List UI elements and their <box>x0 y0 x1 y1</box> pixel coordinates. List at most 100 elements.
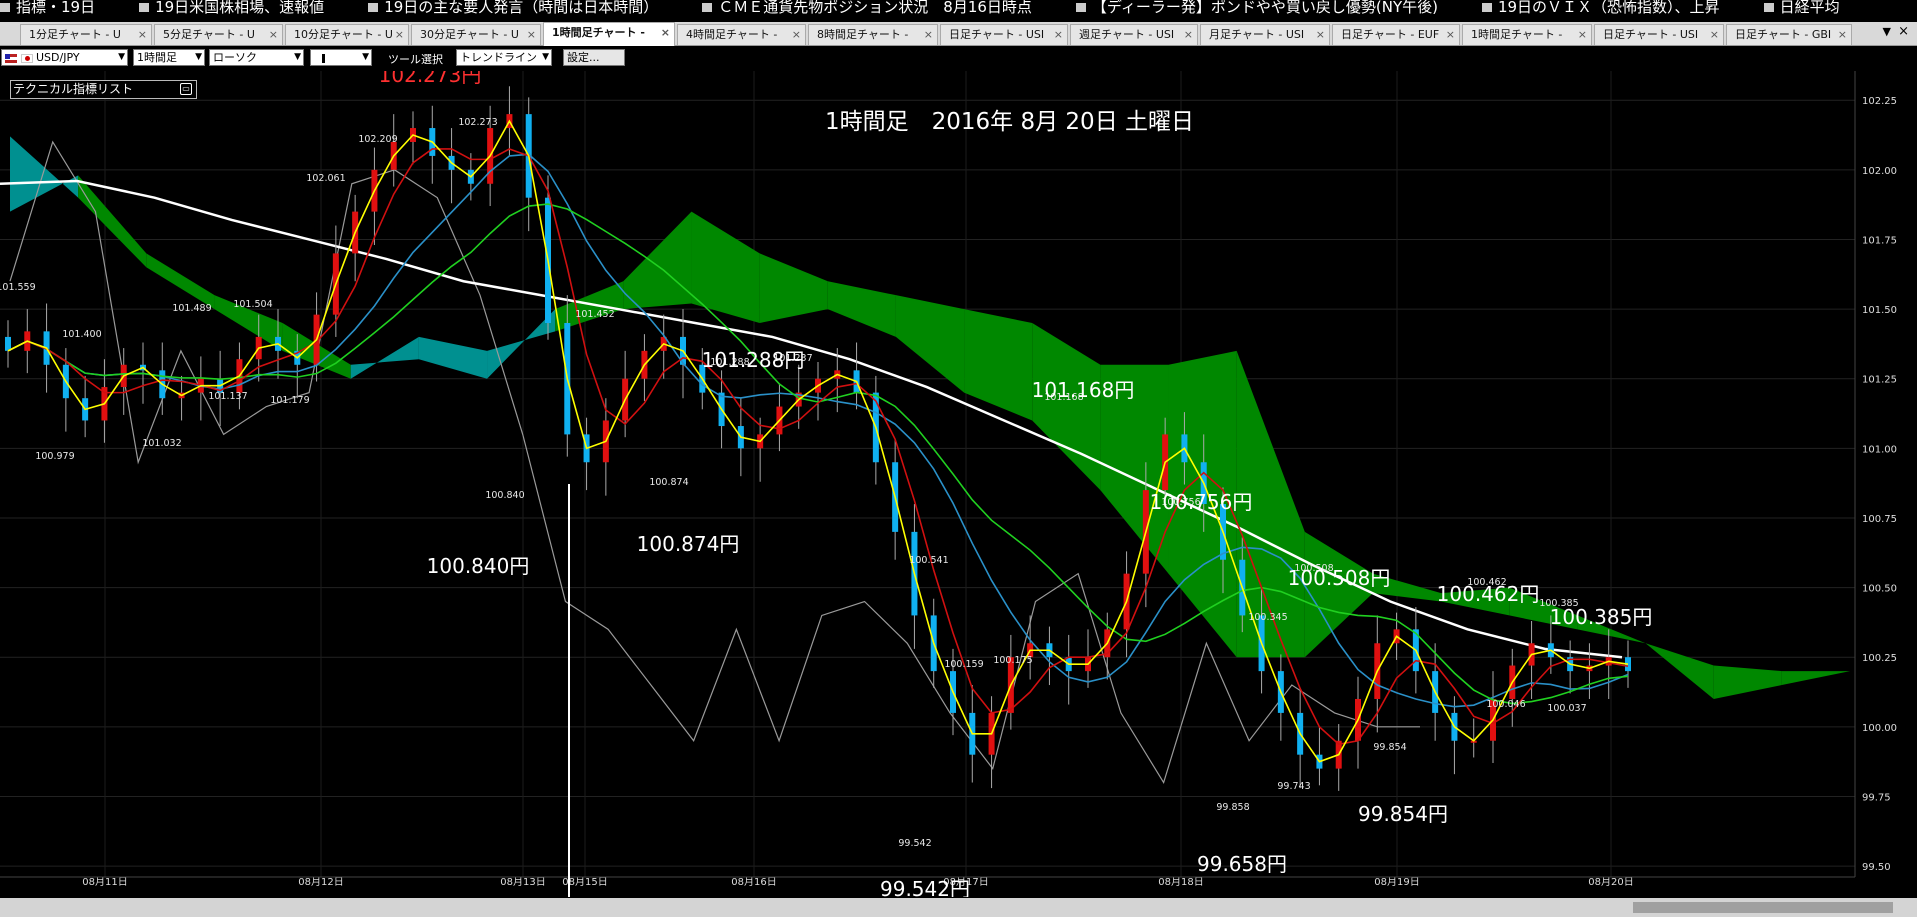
ticker-item[interactable]: ＣＭＥ通貨先物ポジション状況 8月16日時点 <box>702 0 1032 14</box>
candlestick-chart[interactable]: 102.25 102.00 101.75 101.50 101.25 101.00 100.… <box>0 71 1917 897</box>
tab-chart[interactable]: 日足チャート - USI × <box>1594 24 1724 45</box>
candle-body <box>5 336 11 351</box>
candle-style-icon <box>322 53 325 63</box>
price-callout: 101.168円 <box>1032 378 1135 402</box>
x-tick-label: 08月20日 <box>1588 876 1633 888</box>
price-label: 100.874 <box>649 477 688 488</box>
ticker-item[interactable]: 19日のＶＩＸ（恐怖指数）、上昇 <box>1481 0 1720 14</box>
news-icon <box>1075 3 1086 12</box>
tab-chart[interactable]: 1時間足チャート - × <box>543 22 675 46</box>
price-callout: 99.854円 <box>1358 802 1448 826</box>
tab-chart[interactable]: 4時間足チャート - × <box>677 24 806 45</box>
close-tab-icon[interactable]: × <box>138 25 147 45</box>
tab-chart[interactable]: 1分足チャート - U × <box>20 24 152 45</box>
tab-label: 日足チャート - USI <box>1603 28 1699 41</box>
tab-chart[interactable]: 日足チャート - USI × <box>940 24 1068 45</box>
timeframe-value: 1時間足 <box>137 51 177 64</box>
price-label: 100.159 <box>944 659 983 670</box>
ticker-item[interactable]: 【ディーラー発】ポンドやや買い戻し優勢(NY午後) <box>1075 0 1438 14</box>
close-tab-icon[interactable]: × <box>269 25 278 45</box>
price-label: 100.175 <box>993 655 1032 666</box>
price-label: 101.400 <box>62 329 101 340</box>
close-tab-icon[interactable]: × <box>1898 24 1909 39</box>
close-tab-icon[interactable]: × <box>792 25 801 45</box>
minimize-icon[interactable]: ▭ <box>180 83 192 95</box>
tab-chart[interactable]: 1時間足チャート - × <box>1462 24 1592 45</box>
news-icon <box>0 3 10 12</box>
close-tab-icon[interactable]: × <box>924 25 933 45</box>
y-tick-label: 99.75 <box>1862 792 1891 803</box>
close-tab-icon[interactable]: × <box>1710 25 1719 45</box>
close-tab-icon[interactable]: × <box>1184 25 1193 45</box>
tab-chart[interactable]: 週足チャート - USI × <box>1070 24 1198 45</box>
tab-chart[interactable]: 10分足チャート - U × <box>285 24 409 45</box>
ticker-item[interactable]: 指標・19日 <box>0 0 95 14</box>
y-tick-label: 101.75 <box>1862 235 1897 246</box>
ticker-item[interactable]: 19日の主な要人発言（時間は日本時間） <box>368 0 658 14</box>
x-tick-label: 08月12日 <box>298 876 343 888</box>
close-tab-icon[interactable]: × <box>1446 25 1455 45</box>
price-callout: 102.273円 <box>379 71 482 87</box>
x-tick-label: 08月11日 <box>82 876 127 888</box>
price-label: 101.137 <box>208 391 247 402</box>
tab-chart[interactable]: 30分足チャート - U × <box>411 24 541 45</box>
tab-label: 日足チャート - GBI <box>1735 28 1832 41</box>
close-tab-icon[interactable]: × <box>527 25 536 45</box>
price-label: 99.858 <box>1216 802 1249 813</box>
timeframe-select[interactable]: 1時間足 ▼ <box>133 49 205 66</box>
y-tick-label: 100.50 <box>1862 584 1897 595</box>
price-label: 102.209 <box>358 134 397 145</box>
chart-type-select[interactable]: ローソク ▼ <box>209 49 304 66</box>
technical-indicator-list[interactable]: テクニカル指標リスト ▭ <box>10 80 197 99</box>
x-tick-label: 08月13日 <box>500 876 545 888</box>
y-tick-label: 101.00 <box>1862 444 1897 455</box>
ticker-text: ＣＭＥ通貨先物ポジション状況 8月16日時点 <box>718 0 1032 14</box>
y-tick-label: 100.75 <box>1862 514 1897 525</box>
price-callout: 100.462円 <box>1437 582 1540 606</box>
scrollbar-thumb[interactable] <box>1633 902 1893 913</box>
price-label: 100.840 <box>485 490 524 501</box>
y-tick-label: 102.00 <box>1862 166 1897 177</box>
close-tab-icon[interactable]: × <box>661 23 670 43</box>
settings-button-label: 設定... <box>567 51 600 64</box>
ticker-text: 19日のＶＩＸ（恐怖指数）、上昇 <box>1497 0 1720 14</box>
drawing-tool-value: トレンドライン <box>460 51 537 64</box>
tab-label: 8時間足チャート - <box>817 28 909 41</box>
tab-chart[interactable]: 日足チャート - EUF × <box>1332 24 1460 45</box>
close-tab-icon[interactable]: × <box>1054 25 1063 45</box>
candle-style-select[interactable]: ▼ <box>310 49 372 66</box>
horizontal-scrollbar[interactable] <box>0 898 1917 917</box>
tab-chart[interactable]: 日足チャート - GBI × <box>1726 24 1852 45</box>
drawing-tool-select[interactable]: トレンドライン ▼ <box>456 49 552 66</box>
tool-select-label: ツール選択 <box>388 53 443 66</box>
tab-list-dropdown-icon[interactable]: ▼ <box>1883 25 1891 38</box>
news-ticker[interactable]: 指標・19日 19日米国株相場、速報値 19日の主な要人発言（時間は日本時間） ＣＭＥ… <box>0 0 1917 14</box>
price-label: 101.032 <box>142 438 181 449</box>
dropdown-arrow-icon: ▼ <box>118 52 125 62</box>
close-tab-icon[interactable]: × <box>1838 25 1847 45</box>
y-tick-label: 101.25 <box>1862 375 1897 386</box>
close-tab-icon[interactable]: × <box>395 25 404 45</box>
tab-chart[interactable]: 8時間足チャート - × <box>808 24 938 45</box>
price-callout: 100.508円 <box>1288 566 1391 590</box>
tab-chart[interactable]: 5分足チャート - U × <box>154 24 283 45</box>
currency-pair-select[interactable]: USD/JPY ▼ <box>1 49 128 66</box>
tab-label: 週足チャート - USI <box>1079 28 1175 41</box>
settings-button[interactable]: 設定... <box>563 49 625 66</box>
tab-label: 10分足チャート - U <box>294 28 393 41</box>
close-tab-icon[interactable]: × <box>1316 25 1325 45</box>
jp-flag-icon <box>20 53 33 63</box>
ticker-text: 19日の主な要人発言（時間は日本時間） <box>384 0 659 14</box>
price-label: 100.037 <box>1547 703 1586 714</box>
ticker-item[interactable]: 日経平均 <box>1763 0 1840 14</box>
close-tab-icon[interactable]: × <box>1578 25 1587 45</box>
news-icon <box>139 3 150 12</box>
tab-chart[interactable]: 月足チャート - USI × <box>1200 24 1330 45</box>
price-callout: 101.288円 <box>702 348 805 372</box>
price-callout: 100.874円 <box>637 532 740 556</box>
y-tick-label: 99.50 <box>1862 862 1891 873</box>
ticker-item[interactable]: 19日米国株相場、速報値 <box>139 0 324 14</box>
news-icon <box>368 3 379 12</box>
tab-label: 月足チャート - USI <box>1209 28 1305 41</box>
chart-type-value: ローソク <box>213 51 257 64</box>
